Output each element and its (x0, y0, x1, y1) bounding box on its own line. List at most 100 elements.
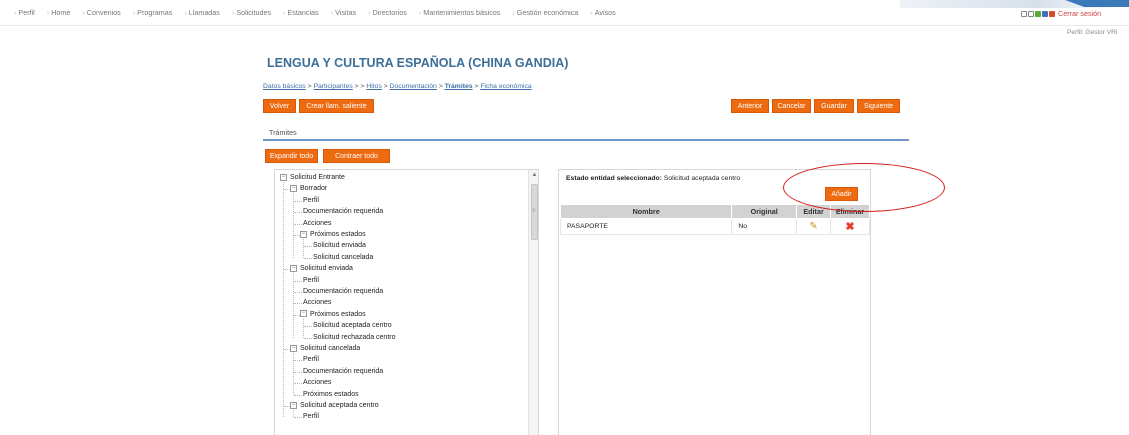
tree-node[interactable]: − Próximos estados (300, 230, 366, 240)
breadcrumb-ficha-economica[interactable]: Ficha económica (480, 83, 531, 90)
window-icon[interactable] (1028, 10, 1034, 17)
tree-node-label: Documentación requerida (303, 367, 384, 375)
menu-item-perfil[interactable]: › Perfil (14, 8, 35, 17)
tree-node-label: Borrador (300, 185, 328, 193)
tree-node[interactable]: Perfil (303, 355, 319, 365)
breadcrumb-hitos[interactable]: Hitos (366, 83, 382, 90)
tree-node[interactable]: Perfil (303, 196, 319, 206)
guardar-button[interactable]: Guardar (814, 99, 854, 113)
menu-bullet-icon: › (184, 8, 187, 17)
tree-node[interactable]: Solicitud enviada (313, 241, 366, 251)
expandir-todo-button[interactable]: Expandir todo (265, 149, 318, 163)
menu-item-label: Home (51, 8, 71, 17)
edit-cell[interactable]: ✎ (796, 218, 832, 235)
collapse-toggle-icon[interactable]: − (290, 401, 297, 409)
menu-item-estancias[interactable]: › Estancias (283, 8, 319, 17)
tree-node[interactable]: − Solicitud Entrante (280, 173, 345, 183)
tree-node[interactable]: − Solicitud cancelada (290, 344, 360, 354)
delete-cell[interactable]: ✖ (830, 218, 870, 235)
menu-bullet-icon: › (512, 8, 515, 17)
menu-bullet-icon: › (590, 8, 593, 17)
tree-node-label: Acciones (303, 299, 332, 307)
collapse-toggle-icon[interactable]: − (300, 230, 307, 238)
scroll-up-icon[interactable]: ▲ (529, 172, 538, 178)
menu-bullet-icon: › (330, 8, 334, 17)
siguiente-button[interactable]: Siguiente (857, 99, 900, 113)
menu-item-programas[interactable]: › Programas (133, 8, 173, 17)
volver-button[interactable]: Volver (263, 99, 296, 113)
menu-item-avisos[interactable]: › Avisos (590, 8, 615, 17)
collapse-toggle-icon[interactable]: − (290, 344, 297, 352)
tree-connector (294, 200, 302, 202)
anterior-button[interactable]: Anterior (731, 99, 769, 113)
tree-connector (294, 383, 302, 385)
menu-bullet-icon: › (231, 8, 235, 17)
menu-bullet-icon: › (283, 8, 286, 17)
tree-node[interactable]: Próximos estados (303, 390, 359, 400)
breadcrumb-participantes[interactable]: Participantes (313, 83, 352, 90)
tree-connector (294, 417, 302, 419)
cell-original: No (731, 218, 798, 235)
column-header-nombre: Nombre (559, 204, 733, 219)
tree-node-label: Solicitud enviada (313, 242, 366, 250)
tree-guide-line (293, 273, 294, 338)
breadcrumb-datos-basicos[interactable]: Datos básicos (263, 83, 306, 90)
tree-connector (294, 280, 302, 282)
crear-llamada-saliente-button[interactable]: Crear llam. saliente (299, 99, 374, 113)
tab-tramites[interactable]: Trámites (269, 128, 297, 137)
tree-node[interactable]: − Próximos estados (300, 310, 366, 320)
tree-node[interactable]: Acciones (303, 298, 331, 308)
tree-node[interactable]: Perfil (303, 412, 319, 422)
breadcrumb-documentacion[interactable]: Documentación (390, 83, 437, 90)
states-tree-panel: − Solicitud Entrante − Borrador Perfil Docume… (274, 169, 539, 435)
tree-node[interactable]: Solicitud cancelada (313, 253, 373, 263)
tree-node[interactable]: Documentación requerida (303, 207, 383, 217)
tree-guide-line (293, 353, 294, 395)
tree-node[interactable]: Acciones (303, 219, 331, 229)
language-icon[interactable] (1035, 10, 1041, 17)
tree-connector (294, 212, 302, 214)
column-header-original: Original (731, 204, 798, 219)
contraer-todo-button[interactable]: Contraer todo (323, 149, 390, 163)
cross-icon[interactable]: ✖ (845, 221, 854, 233)
tree-node[interactable]: − Borrador (290, 184, 327, 194)
cancelar-button[interactable]: Cancelar (772, 99, 811, 113)
collapse-toggle-icon[interactable]: − (290, 185, 297, 193)
tree-node[interactable]: Perfil (303, 276, 319, 286)
collapse-toggle-icon[interactable]: − (280, 173, 287, 181)
scroll-grip-icon: ≡ (532, 208, 536, 214)
menu-item-gestion-economica[interactable]: › Gestión económica (512, 8, 578, 17)
tree-node[interactable]: Acciones (303, 378, 331, 388)
selected-state-value: Solicitud aceptada centro (663, 175, 741, 182)
selected-state-line: Estado entidad seleccionado: Solicitud a… (566, 175, 740, 182)
tree-scrollbar[interactable]: ▲ ≡ (528, 170, 538, 435)
tree-node[interactable]: Documentación requerida (303, 367, 383, 377)
menu-item-mantenimientos-basicos[interactable]: › Mantenimientos básicos (419, 8, 501, 17)
annotation-ellipse (783, 163, 945, 212)
collapse-toggle-icon[interactable]: − (300, 310, 307, 318)
tree-node[interactable]: − Solicitud enviada (290, 264, 353, 274)
menu-item-home[interactable]: › Home (47, 8, 71, 17)
tree-node[interactable]: − Solicitud aceptada centro (290, 401, 379, 411)
tree-node-label: Próximos estados (303, 390, 359, 398)
menu-item-solicitudes[interactable]: › Solicitudes (232, 8, 271, 17)
collapse-toggle-icon[interactable]: − (290, 264, 297, 272)
tree-connector (294, 360, 302, 362)
breadcrumb-separator: > (436, 83, 445, 90)
tree-connector (294, 303, 302, 305)
menu-item-directorios[interactable]: › Directorios (368, 8, 407, 17)
logout-link[interactable]: Cerrar sesión (1058, 9, 1101, 18)
tree-node[interactable]: Solicitud aceptada centro (313, 321, 392, 331)
pencil-icon[interactable]: ✎ (809, 221, 817, 232)
menu-item-visitas[interactable]: › Visitas (331, 8, 356, 17)
breadcrumb-tramites[interactable]: Trámites (445, 83, 473, 90)
tree-node[interactable]: Documentación requerida (303, 287, 383, 297)
menu-item-llamadas[interactable]: › Llamadas (184, 8, 220, 17)
logout-icon[interactable] (1049, 10, 1055, 17)
window-icon[interactable] (1021, 10, 1027, 17)
info-icon[interactable] (1042, 10, 1048, 17)
cell-nombre: PASAPORTE (559, 218, 733, 235)
tree-node[interactable]: Solicitud rechazada centro (313, 333, 396, 343)
menu-item-convenios[interactable]: › Convenios (82, 8, 120, 17)
tree-node-label: Perfil (303, 413, 319, 421)
